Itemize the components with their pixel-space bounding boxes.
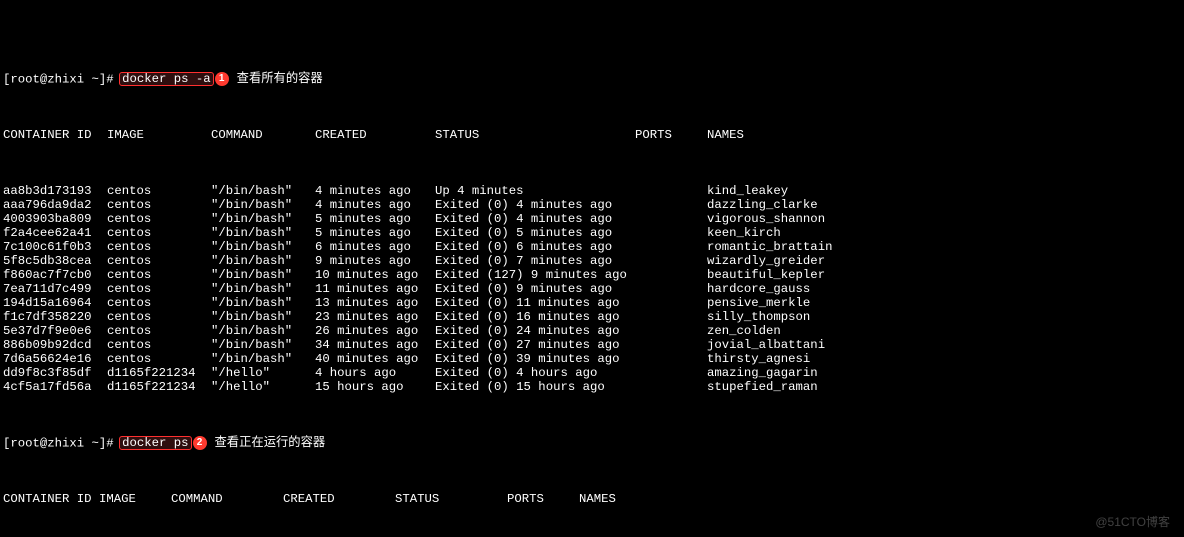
table-row: 4003903ba809centos"/bin/bash"5 minutes a… bbox=[3, 212, 1181, 226]
cmd-line-1[interactable]: [root@zhixi ~]# docker ps -a1 查看所有的容器 bbox=[3, 72, 1181, 86]
table1-header: CONTAINER IDIMAGECOMMANDCREATEDSTATUSPOR… bbox=[3, 128, 1181, 142]
table-row: f2a4cee62a41centos"/bin/bash"5 minutes a… bbox=[3, 226, 1181, 240]
cmd1-highlight: docker ps -a bbox=[119, 72, 214, 86]
table-row: f860ac7f7cb0centos"/bin/bash"10 minutes … bbox=[3, 268, 1181, 282]
table-row: 7d6a56624e16centos"/bin/bash"40 minutes … bbox=[3, 352, 1181, 366]
table1-body: aa8b3d173193centos"/bin/bash"4 minutes a… bbox=[3, 184, 1181, 394]
badge-1: 1 bbox=[215, 72, 229, 86]
table-row: 4cf5a17fd56ad1165f221234"/hello"15 hours… bbox=[3, 380, 1181, 394]
cmd-line-2[interactable]: [root@zhixi ~]# docker ps2 查看正在运行的容器 bbox=[3, 436, 1181, 450]
table-row: f1c7df358220centos"/bin/bash"23 minutes … bbox=[3, 310, 1181, 324]
annotation-2: 查看正在运行的容器 bbox=[215, 436, 326, 450]
cmd2-highlight: docker ps bbox=[119, 436, 191, 450]
table-row: 7c100c61f0b3centos"/bin/bash"6 minutes a… bbox=[3, 240, 1181, 254]
table-row: 5f8c5db38ceacentos"/bin/bash"9 minutes a… bbox=[3, 254, 1181, 268]
prompt: [root@zhixi ~]# bbox=[3, 436, 121, 450]
table-row: aa8b3d173193centos"/bin/bash"4 minutes a… bbox=[3, 184, 1181, 198]
table2-header: CONTAINER IDIMAGECOMMANDCREATEDSTATUSPOR… bbox=[3, 492, 1181, 506]
prompt: [root@zhixi ~]# bbox=[3, 72, 121, 86]
table-row: 886b09b92dcdcentos"/bin/bash"34 minutes … bbox=[3, 338, 1181, 352]
table-row: 5e37d7f9e0e6centos"/bin/bash"26 minutes … bbox=[3, 324, 1181, 338]
table-row: dd9f8c3f85dfd1165f221234"/hello"4 hours … bbox=[3, 366, 1181, 380]
badge-2: 2 bbox=[193, 436, 207, 450]
table-row: aaa796da9da2centos"/bin/bash"4 minutes a… bbox=[3, 198, 1181, 212]
annotation-1: 查看所有的容器 bbox=[237, 72, 323, 86]
table-row: 194d15a16964centos"/bin/bash"13 minutes … bbox=[3, 296, 1181, 310]
table-row: 7ea711d7c499centos"/bin/bash"11 minutes … bbox=[3, 282, 1181, 296]
watermark: @51CTO博客 bbox=[1095, 515, 1170, 529]
